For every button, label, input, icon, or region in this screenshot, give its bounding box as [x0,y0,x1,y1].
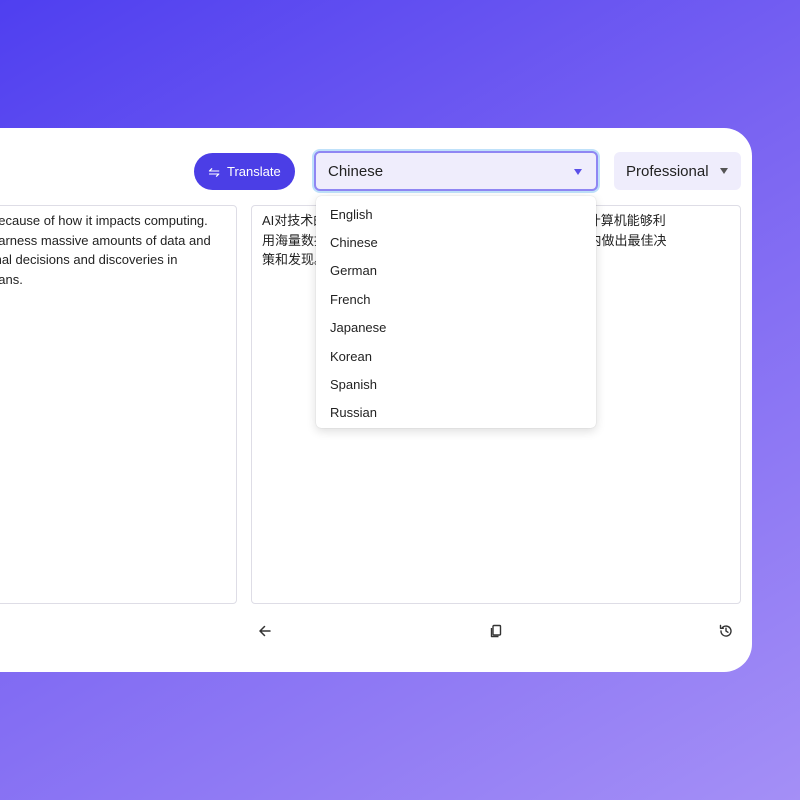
chevron-down-icon [720,168,728,174]
swap-arrows-icon: ⇋ [208,163,220,180]
language-option-french[interactable]: French [316,285,596,313]
language-option-spanish[interactable]: Spanish [316,370,596,398]
chevron-down-icon [574,169,582,175]
source-line: mal decisions and discoveries in [0,252,178,267]
target-language-value: Chinese [328,162,384,180]
source-line: nans. [0,271,23,287]
language-option-chinese[interactable]: Chinese [316,228,596,256]
tone-value: Professional [626,162,709,180]
translate-button[interactable]: ⇋ Translate [194,153,295,190]
translate-button-label: Translate [227,164,281,179]
back-arrow-icon[interactable] [255,621,275,641]
history-icon[interactable] [716,621,736,641]
target-language-select[interactable]: Chinese [314,151,598,191]
language-option-german[interactable]: German [316,257,596,285]
language-dropdown-menu: English Chinese German French Japanese K… [316,196,596,428]
source-line: because of how it impacts computing. [0,213,208,228]
copy-icon[interactable] [486,621,506,641]
tone-select[interactable]: Professional [614,152,741,190]
source-line: harness massive amounts of data and [0,232,211,248]
language-option-japanese[interactable]: Japanese [316,314,596,342]
source-text-area[interactable]: because of how it impacts computing. har… [0,205,237,604]
language-option-english[interactable]: English [316,200,596,228]
language-option-russian[interactable]: Russian [316,399,596,427]
language-option-korean[interactable]: Korean [316,342,596,370]
